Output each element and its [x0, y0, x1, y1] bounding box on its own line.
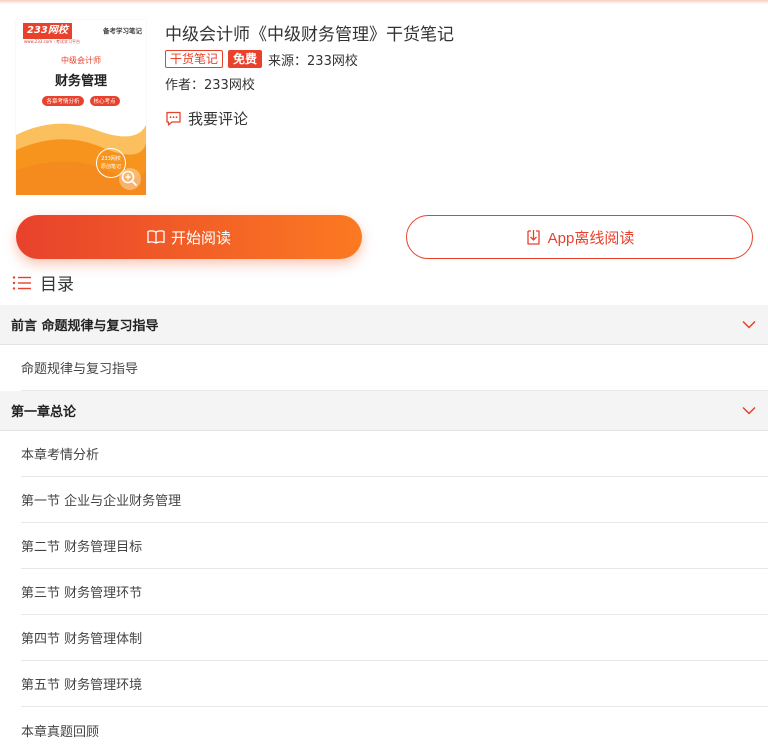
cover-subject: 财务管理 — [54, 74, 107, 89]
section-title: 本章真题回顾 — [21, 724, 100, 740]
cover-logo-sub: www.233.com · 考试学习平台 — [24, 39, 80, 44]
book-title: 中级会计师《中级财务管理》干货笔记 — [165, 25, 454, 45]
section-title: 本章考情分析 — [21, 448, 100, 463]
book-source: 来源：233网校 — [268, 53, 358, 69]
category-badge: 干货笔记 — [165, 50, 224, 68]
toc-title: 目录 — [40, 275, 74, 295]
cover-tagline: 备考学习笔记 — [103, 27, 142, 35]
offline-reading-label: App离线阅读 — [547, 229, 635, 247]
book-meta: 干货笔记 免费 来源：233网校 — [165, 50, 358, 69]
book-author: 作者：233网校 — [165, 78, 255, 93]
section-title: 第四节 财务管理体制 — [21, 632, 143, 647]
zoom-in-icon[interactable] — [118, 167, 142, 191]
chapter-title: 第一章总论 — [11, 405, 77, 420]
cover-exam: 中级会计师 — [61, 56, 101, 65]
section-item[interactable]: 第五节 财务管理环境 — [21, 661, 768, 707]
toc-list: 前言 命题规律与复习指导 命题规律与复习指导 第一章总论 本章考情分析 第一节 … — [0, 305, 768, 748]
chevron-down-icon — [742, 406, 756, 415]
cover-logo: 233网校 — [23, 23, 72, 39]
section-item[interactable]: 第一节 企业与企业财务管理 — [21, 477, 768, 523]
chapter-title: 前言 命题规律与复习指导 — [11, 319, 159, 334]
section-item[interactable]: 本章考情分析 — [21, 431, 768, 477]
book-cover[interactable]: 233网校 www.233.com · 考试学习平台 备考学习笔记 中级会计师 … — [16, 20, 146, 195]
offline-reading-button[interactable]: App离线阅读 — [406, 215, 753, 259]
cover-tag: 核心考点 — [89, 96, 120, 106]
list-icon — [12, 275, 31, 290]
top-accent-line — [0, 0, 768, 4]
chapter-header[interactable]: 第一章总论 — [0, 391, 768, 431]
section-title: 第一节 企业与企业财务管理 — [21, 494, 182, 509]
section-item[interactable]: 第二节 财务管理目标 — [21, 523, 768, 569]
section-title: 命题规律与复习指导 — [21, 362, 139, 377]
cover-tags: 各章考情分析 核心考点 — [16, 96, 146, 106]
section-item[interactable]: 第四节 财务管理体制 — [21, 615, 768, 661]
comment-label: 我要评论 — [188, 110, 249, 128]
download-icon — [526, 229, 540, 245]
section-title: 第五节 财务管理环境 — [21, 678, 143, 693]
section-title: 第二节 财务管理目标 — [21, 540, 143, 555]
stamp-line: 233网校 — [101, 156, 121, 162]
cover-tag: 各章考情分析 — [42, 96, 84, 106]
chevron-down-icon — [742, 320, 756, 329]
section-item[interactable]: 第三节 财务管理环节 — [21, 569, 768, 615]
start-reading-button[interactable]: 开始阅读 — [16, 215, 362, 259]
free-badge: 免费 — [228, 50, 263, 68]
comment-icon — [166, 111, 181, 126]
chapter-header[interactable]: 前言 命题规律与复习指导 — [0, 305, 768, 345]
section-title: 第三节 财务管理环节 — [21, 586, 143, 601]
section-item[interactable]: 本章真题回顾 — [21, 707, 768, 748]
open-book-icon — [147, 230, 165, 244]
section-item[interactable]: 命题规律与复习指导 — [21, 345, 768, 391]
start-reading-label: 开始阅读 — [170, 229, 231, 247]
comment-link[interactable]: 我要评论 — [165, 108, 248, 129]
toc-header: 目录 — [12, 270, 74, 295]
